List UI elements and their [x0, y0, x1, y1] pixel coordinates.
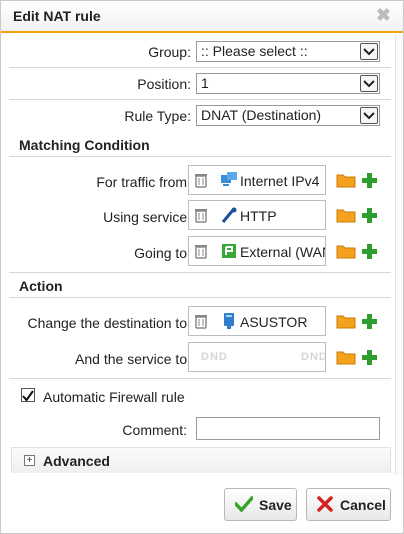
rule-type-row: Rule Type: DNAT (Destination): [9, 100, 391, 132]
going-to-label: Going to:: [134, 245, 191, 261]
x-icon: [317, 496, 333, 515]
dnd-placeholder-left: DND: [201, 351, 228, 363]
advanced-label: Advanced: [43, 453, 110, 469]
plus-icon[interactable]: [362, 208, 377, 226]
dialog-title: Edit NAT rule: [13, 8, 101, 24]
auto-firewall-label[interactable]: Automatic Firewall rule: [43, 389, 185, 405]
rule-type-select-value: DNAT (Destination): [201, 107, 322, 123]
group-select[interactable]: :: Please select ::: [196, 41, 380, 62]
position-label: Position:: [137, 76, 191, 92]
group-select-value: :: Please select ::: [201, 43, 308, 59]
chevron-down-icon[interactable]: [360, 75, 378, 92]
cancel-button-label: Cancel: [340, 497, 386, 513]
change-destination-label: Change the destination to:: [27, 315, 191, 331]
and-service-dropzone[interactable]: DND DND: [188, 342, 326, 372]
action-heading: Action: [9, 274, 391, 298]
matching-condition-heading: Matching Condition: [9, 133, 391, 157]
comment-label: Comment:: [122, 422, 187, 438]
save-button[interactable]: Save: [224, 488, 297, 521]
folder-icon[interactable]: [336, 207, 356, 226]
comment-input[interactable]: [196, 417, 380, 440]
using-service-label: Using service:: [103, 209, 191, 225]
folder-icon[interactable]: [336, 243, 356, 262]
plus-icon[interactable]: [362, 314, 377, 332]
position-row: Position: 1: [9, 68, 391, 100]
network-icon: [221, 172, 237, 191]
trash-icon[interactable]: [195, 208, 207, 226]
service-icon: [221, 207, 237, 226]
group-label: Group:: [148, 44, 191, 60]
traffic-from-field[interactable]: Internet IPv4: [188, 165, 326, 195]
scrollbar[interactable]: [395, 35, 403, 475]
dialog-titlebar[interactable]: Edit NAT rule ✖: [1, 1, 403, 33]
interface-icon: [221, 243, 237, 262]
folder-icon[interactable]: [336, 349, 356, 368]
expand-plus-icon[interactable]: +: [24, 455, 35, 466]
trash-icon[interactable]: [195, 244, 207, 262]
going-to-value: External (WAN): [240, 244, 325, 260]
cancel-button[interactable]: Cancel: [306, 488, 391, 521]
save-button-label: Save: [259, 497, 292, 513]
matching-condition-heading-text: Matching Condition: [19, 137, 150, 153]
and-service-label: And the service to:: [75, 351, 191, 367]
folder-icon[interactable]: [336, 313, 356, 332]
change-destination-value: ASUSTOR: [240, 314, 308, 330]
rule-type-label: Rule Type:: [124, 108, 191, 124]
traffic-from-value: Internet IPv4: [240, 173, 320, 189]
position-select[interactable]: 1: [196, 73, 380, 94]
folder-icon[interactable]: [336, 172, 356, 191]
advanced-section-header[interactable]: + Advanced: [11, 447, 391, 473]
dnd-placeholder-right: DND: [301, 351, 326, 363]
auto-firewall-checkbox[interactable]: [21, 388, 35, 402]
using-service-field[interactable]: HTTP: [188, 200, 326, 230]
plus-icon[interactable]: [362, 173, 377, 191]
change-destination-field[interactable]: ASUSTOR: [188, 306, 326, 336]
traffic-from-label: For traffic from:: [96, 174, 191, 190]
group-row: Group: :: Please select ::: [9, 36, 391, 68]
plus-icon[interactable]: [362, 350, 377, 368]
going-to-field[interactable]: External (WAN): [188, 236, 326, 266]
close-icon[interactable]: ✖: [376, 5, 391, 26]
plus-icon[interactable]: [362, 244, 377, 262]
position-select-value: 1: [201, 75, 209, 91]
host-icon: [221, 313, 237, 332]
trash-icon[interactable]: [195, 314, 207, 332]
chevron-down-icon[interactable]: [360, 107, 378, 124]
rule-type-select[interactable]: DNAT (Destination): [196, 105, 380, 126]
action-heading-text: Action: [19, 278, 63, 294]
using-service-value: HTTP: [240, 208, 277, 224]
edit-nat-rule-dialog: Edit NAT rule ✖ Group: :: Please select …: [0, 0, 404, 534]
checkmark-icon: [234, 496, 254, 515]
chevron-down-icon[interactable]: [360, 43, 378, 60]
trash-icon[interactable]: [195, 173, 207, 191]
